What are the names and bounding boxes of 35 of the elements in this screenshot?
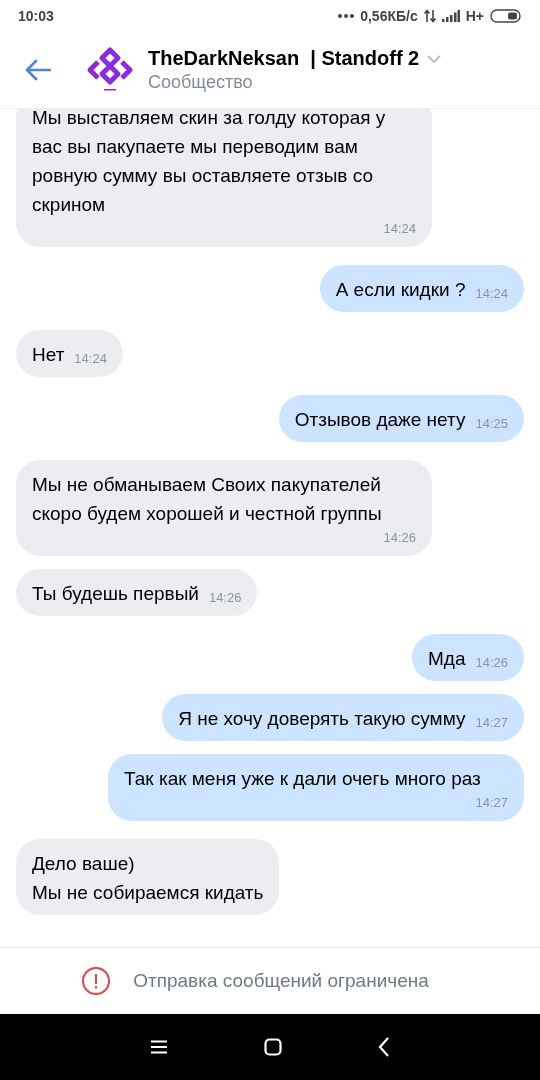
menu-icon[interactable] xyxy=(150,1040,168,1054)
battery-icon xyxy=(490,9,522,23)
message-time: 14:25 xyxy=(474,415,508,433)
signal-icon xyxy=(441,10,460,22)
network-type: H+ xyxy=(465,8,484,24)
back-icon[interactable] xyxy=(378,1037,390,1057)
status-time: 10:03 xyxy=(18,8,54,24)
message-text: Мы не обманываем Своих пакупателей скоро будем хорошей и честной группы xyxy=(32,473,383,526)
message-time: 14:26 xyxy=(382,529,416,547)
community-title[interactable]: TheDarkNeksan | Standoff 2 xyxy=(148,47,420,70)
more-icon xyxy=(338,14,355,18)
message-time: 14:24 xyxy=(382,220,416,238)
message-text: А если кидки ? xyxy=(335,278,466,302)
message-text: Ты будешь первый xyxy=(32,582,199,606)
home-icon[interactable] xyxy=(264,1038,282,1056)
data-transfer-icon xyxy=(423,9,436,23)
message-text: Я не хочу доверять такую сумму xyxy=(178,707,466,731)
message-time: 14:27 xyxy=(474,714,508,732)
message-text: Мда xyxy=(427,647,466,671)
network-speed: 0,56КБ/с xyxy=(360,8,418,24)
message-time: 14:27 xyxy=(474,794,508,812)
message-time: 14:24 xyxy=(474,285,508,303)
community-logo-icon xyxy=(86,46,134,94)
message-text: Нет xyxy=(32,343,65,367)
message-time: 14:26 xyxy=(474,654,508,672)
community-subtitle: Сообщество xyxy=(148,72,254,93)
message-text: Отзывов даже нету xyxy=(294,408,466,432)
message-text: Дело ваше) Мы не собираемся кидать xyxy=(32,852,264,905)
restriction-notice: Отправка сообщений ограничена xyxy=(133,970,429,992)
message-time: 14:24 xyxy=(73,350,107,368)
message-time: 14:26 xyxy=(207,589,242,607)
back-arrow-icon[interactable] xyxy=(25,59,51,81)
message-text: Мы выставляем скин за голду которая у вас вы пакупаете мы переводим вам ровную сумму вы оставляете отзыв со скрином xyxy=(32,109,387,217)
warning-icon xyxy=(81,966,112,996)
message-text: Так как меня уже к дали очегь много раз xyxy=(124,767,481,791)
